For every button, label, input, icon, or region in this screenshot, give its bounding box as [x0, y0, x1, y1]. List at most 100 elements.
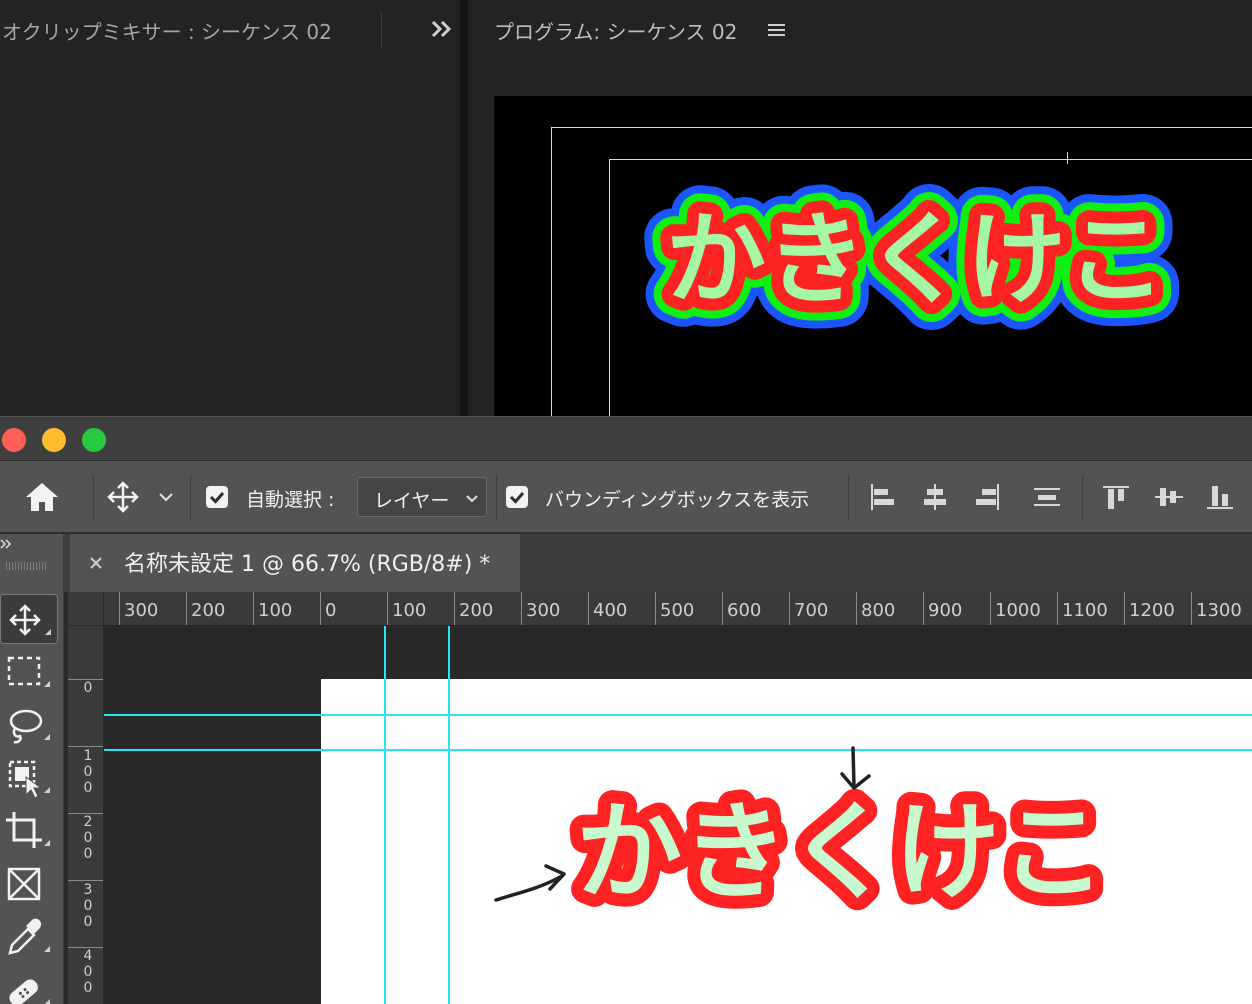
ruler-label: 300 — [526, 600, 561, 621]
ruler-tick — [588, 592, 589, 625]
crop-icon — [6, 812, 50, 848]
options-bar: 自動選択 : レイヤー バウンディングボックスを表示 — [0, 461, 1252, 533]
audio-clip-mixer-tab[interactable]: オクリップミキサー : シーケンス 02 — [2, 16, 332, 45]
move-tool[interactable] — [0, 594, 58, 644]
vertical-ruler[interactable]: 0 100 200 300 400 — [68, 626, 104, 1004]
ruler-label: 200 — [191, 600, 226, 621]
ruler-tick — [320, 592, 321, 625]
object-selection-icon — [8, 760, 50, 799]
ruler-origin-corner[interactable] — [68, 592, 104, 626]
program-monitor-viewer[interactable]: かきくけこ かきくけこ かきくけこ かきくけこ — [494, 96, 1252, 416]
marquee-icon — [7, 656, 50, 687]
bandage-icon — [9, 979, 50, 1004]
chevron-down-icon[interactable] — [156, 489, 176, 505]
ruler-tick — [253, 592, 254, 625]
canvas-workspace[interactable]: かきくけこ かきくけこ — [104, 626, 1252, 1004]
align-left-edges-icon[interactable] — [866, 481, 900, 513]
ruler-label: 800 — [861, 600, 896, 621]
spot-healing-brush-tool[interactable] — [0, 965, 58, 1004]
eyedropper-tool[interactable] — [0, 912, 58, 962]
program-monitor-tab[interactable]: プログラム: シーケンス 02 — [494, 16, 737, 45]
document-tab[interactable]: 名称未設定 1 @ 66.7% (RGB/8#) * — [70, 534, 520, 592]
crop-tool[interactable] — [0, 806, 58, 856]
options-separator — [190, 475, 191, 521]
align-horizontal-centers-icon[interactable] — [918, 481, 952, 513]
program-monitor-panel: プログラム: シーケンス 02 かきくけこ かきくけこ かきくけこ かきくけこ — [468, 0, 1252, 416]
ruler-tick — [923, 592, 924, 625]
ruler-tick — [655, 592, 656, 625]
ruler-tick — [1057, 592, 1058, 625]
options-separator — [93, 475, 94, 521]
align-top-edges-icon[interactable] — [1100, 481, 1134, 513]
align-bottom-edges-icon[interactable] — [1204, 481, 1238, 513]
lasso-tool[interactable] — [0, 700, 58, 750]
ruler-label: 1200 — [1129, 600, 1175, 621]
ruler-label: 700 — [794, 600, 829, 621]
arrow-annotation-top — [840, 746, 871, 790]
home-icon[interactable] — [22, 479, 62, 515]
ruler-tick — [68, 746, 103, 747]
ruler-label: 900 — [928, 600, 963, 621]
object-selection-tool[interactable] — [0, 753, 58, 803]
ruler-label: 0 — [83, 680, 93, 696]
align-right-edges-icon[interactable] — [970, 481, 1004, 513]
ruler-tick — [186, 592, 187, 625]
arrow-annotation-left — [494, 864, 566, 902]
ruler-tick — [68, 880, 103, 881]
frame-icon — [7, 867, 41, 901]
double-chevron-right-icon[interactable] — [0, 538, 16, 550]
auto-select-target-dropdown[interactable]: レイヤー — [357, 477, 487, 517]
panel-divider[interactable] — [460, 0, 468, 416]
frame-tool[interactable] — [0, 859, 58, 909]
audio-clip-mixer-panel: オクリップミキサー : シーケンス 02 — [0, 0, 460, 416]
toolbar-grip[interactable] — [6, 562, 46, 570]
show-bounding-box-checkbox[interactable] — [506, 486, 528, 508]
monitor-title-text[interactable]: かきくけこ かきくけこ かきくけこ かきくけこ — [494, 96, 1252, 416]
ruler-tick — [789, 592, 790, 625]
window-titlebar[interactable] — [0, 416, 1252, 461]
show-bounding-box-label: バウンディングボックスを表示 — [545, 489, 810, 511]
move-icon — [9, 604, 51, 636]
ruler-tick — [387, 592, 388, 625]
ruler-label: 1000 — [995, 600, 1041, 621]
chevron-down-icon — [466, 495, 478, 503]
auto-select-checkbox[interactable] — [206, 486, 228, 508]
svg-text:かきくけこ: かきくけこ — [666, 201, 1166, 318]
close-icon[interactable] — [86, 553, 106, 573]
align-vertical-centers-icon[interactable] — [1152, 481, 1186, 513]
ruler-label: 600 — [727, 600, 762, 621]
window-zoom-button[interactable] — [82, 428, 106, 452]
premiere-workspace: オクリップミキサー : シーケンス 02 プログラム: シーケンス 02 かきく… — [0, 0, 1252, 416]
ruler-label: 400 — [593, 600, 628, 621]
eyedropper-icon — [8, 918, 50, 955]
ruler-tick — [856, 592, 857, 625]
distribute-vertical-centers-icon[interactable] — [1030, 481, 1064, 513]
ruler-label: 300 — [124, 600, 159, 621]
rectangular-marquee-tool[interactable] — [0, 647, 58, 697]
photoshop-window: 自動選択 : レイヤー バウンディングボックスを表示 名称未設定 1 @ 66.… — [0, 416, 1252, 1004]
double-chevron-right-icon[interactable] — [428, 15, 456, 43]
ruler-label: 1300 — [1196, 600, 1242, 621]
auto-select-label: 自動選択 : — [246, 489, 335, 511]
ruler-tick — [68, 813, 103, 814]
window-close-button[interactable] — [2, 428, 26, 452]
panel-tab-divider — [381, 12, 382, 48]
ruler-tick — [1191, 592, 1192, 625]
ruler-tick — [68, 679, 103, 680]
options-separator — [1082, 475, 1083, 521]
canvas-text-layer[interactable]: かきくけこ かきくけこ — [104, 626, 1252, 1004]
horizontal-ruler[interactable]: 300 200 100 0 100 200 300 400 500 600 70… — [104, 592, 1252, 626]
checkmark-icon — [209, 492, 225, 504]
ruler-tick — [119, 592, 120, 625]
ruler-label: 400 — [83, 948, 93, 996]
hamburger-menu-icon[interactable] — [766, 20, 788, 40]
ruler-label: 200 — [459, 600, 494, 621]
move-tool-preset-icon[interactable] — [104, 479, 142, 515]
ruler-label: 300 — [83, 882, 93, 930]
window-minimize-button[interactable] — [42, 428, 66, 452]
ruler-tick — [454, 592, 455, 625]
ruler-label: 200 — [83, 814, 93, 862]
document-tab-bar: 名称未設定 1 @ 66.7% (RGB/8#) * — [64, 534, 1252, 592]
ruler-tick — [1124, 592, 1125, 625]
svg-text:かきくけこ: かきくけこ — [576, 791, 1106, 914]
